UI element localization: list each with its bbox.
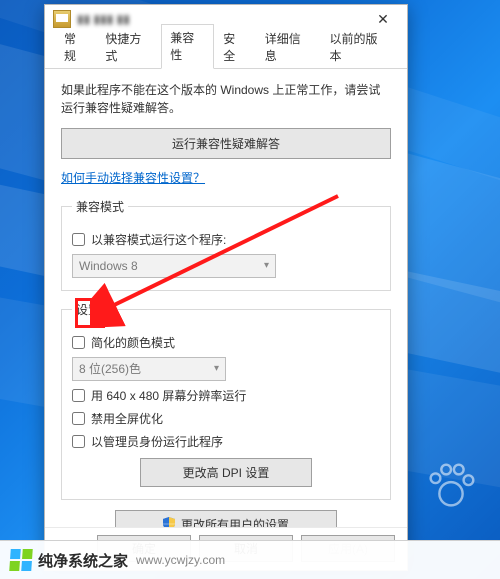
reduced-color-checkbox[interactable] — [72, 336, 85, 349]
button-label: 更改所有用户的设置 — [181, 516, 289, 527]
compat-mode-group: 兼容模式 以兼容模式运行这个程序: Windows 8 ▾ — [61, 198, 391, 291]
disable-fullscreen-label: 禁用全屏优化 — [91, 410, 163, 427]
select-value: 8 位(256)色 — [79, 360, 141, 377]
change-dpi-button[interactable]: 更改高 DPI 设置 — [140, 458, 312, 487]
button-label: 运行兼容性疑难解答 — [172, 137, 280, 151]
color-mode-select[interactable]: 8 位(256)色 ▾ — [72, 357, 226, 381]
run-640x480-checkbox[interactable] — [72, 389, 85, 402]
tab-compatibility[interactable]: 兼容性 — [161, 24, 214, 69]
tab-details[interactable]: 详细信息 — [256, 25, 321, 69]
uac-shield-icon — [163, 517, 175, 527]
run-troubleshooter-button[interactable]: 运行兼容性疑难解答 — [61, 128, 391, 159]
button-label: 更改高 DPI 设置 — [183, 466, 270, 480]
disable-fullscreen-checkbox[interactable] — [72, 412, 85, 425]
tab-general[interactable]: 常规 — [55, 25, 96, 69]
chevron-down-icon: ▾ — [214, 363, 219, 374]
tab-body: 如果此程序不能在这个版本的 Windows 上正常工作，请尝试运行兼容性疑难解答… — [45, 69, 407, 527]
settings-legend: 设置 — [72, 301, 104, 318]
compat-mode-label: 以兼容模式运行这个程序: — [91, 231, 226, 248]
tab-label: 常规 — [64, 32, 76, 63]
compat-mode-select[interactable]: Windows 8 ▾ — [72, 254, 276, 278]
tab-label: 以前的版本 — [330, 32, 378, 63]
intro-text: 如果此程序不能在这个版本的 Windows 上正常工作，请尝试运行兼容性疑难解答… — [61, 81, 391, 118]
reduced-color-label: 简化的颜色模式 — [91, 334, 175, 351]
watermark-url: www.ycwjzy.com — [136, 553, 225, 567]
watermark-brand: 纯净系统之家 — [38, 550, 128, 571]
properties-dialog: ▮▮ ▮▮▮ ▮▮ ✕ 常规 快捷方式 兼容性 安全 详细信息 以前的版本 如果… — [44, 4, 408, 571]
run-as-admin-label: 以管理员身份运行此程序 — [91, 433, 223, 450]
tab-label: 安全 — [223, 32, 235, 63]
compat-mode-legend: 兼容模式 — [72, 198, 128, 215]
link-label: 如何手动选择兼容性设置？ — [61, 171, 205, 185]
tab-label: 兼容性 — [170, 31, 194, 62]
tab-label: 详细信息 — [265, 32, 301, 63]
chevron-down-icon: ▾ — [264, 260, 269, 271]
watermark-bar: 纯净系统之家 www.ycwjzy.com — [0, 540, 500, 579]
manual-settings-link[interactable]: 如何手动选择兼容性设置？ — [61, 169, 205, 186]
tab-strip: 常规 快捷方式 兼容性 安全 详细信息 以前的版本 — [45, 34, 407, 69]
compat-mode-checkbox[interactable] — [72, 233, 85, 246]
tab-security[interactable]: 安全 — [214, 25, 255, 69]
run-as-admin-checkbox[interactable] — [72, 435, 85, 448]
tab-shortcut[interactable]: 快捷方式 — [96, 25, 161, 69]
change-all-users-button[interactable]: 更改所有用户的设置 — [115, 510, 337, 527]
tab-label: 快捷方式 — [105, 32, 141, 63]
settings-group: 设置 简化的颜色模式 8 位(256)色 ▾ 用 640 x 480 屏幕分辨率… — [61, 301, 391, 500]
watermark-logo-icon — [9, 549, 33, 571]
run-640x480-label: 用 640 x 480 屏幕分辨率运行 — [91, 387, 246, 404]
select-value: Windows 8 — [79, 259, 138, 273]
tab-previous[interactable]: 以前的版本 — [321, 25, 398, 69]
